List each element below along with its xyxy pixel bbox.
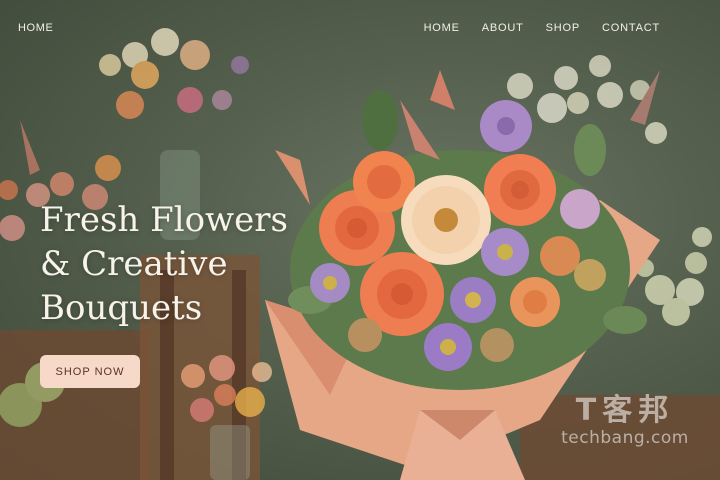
nav-link-about[interactable]: ABOUT: [482, 22, 524, 34]
logo-home-link[interactable]: HOME: [18, 22, 53, 34]
hero-headline: Fresh Flowers & Creative Bouquets: [40, 198, 340, 330]
nav-link-shop[interactable]: SHOP: [546, 22, 580, 34]
watermark-logo-text: T客邦: [575, 393, 675, 428]
main-nav: HOME ABOUT SHOP CONTACT: [424, 22, 660, 34]
techbang-watermark: T客邦 techbang.com: [540, 393, 710, 449]
hero-headline-line-1: Fresh Flowers: [40, 200, 288, 240]
watermark-domain: techbang.com: [561, 428, 689, 448]
nav-link-home[interactable]: HOME: [424, 22, 460, 34]
hero-headline-line-2: & Creative: [40, 244, 228, 284]
nav-link-contact[interactable]: CONTACT: [602, 22, 660, 34]
hero-headline-line-3: Bouquets: [40, 288, 203, 328]
hero-section: HOME HOME ABOUT SHOP CONTACT Fresh Flowe…: [0, 0, 720, 480]
shop-now-button[interactable]: SHOP NOW: [40, 355, 140, 388]
